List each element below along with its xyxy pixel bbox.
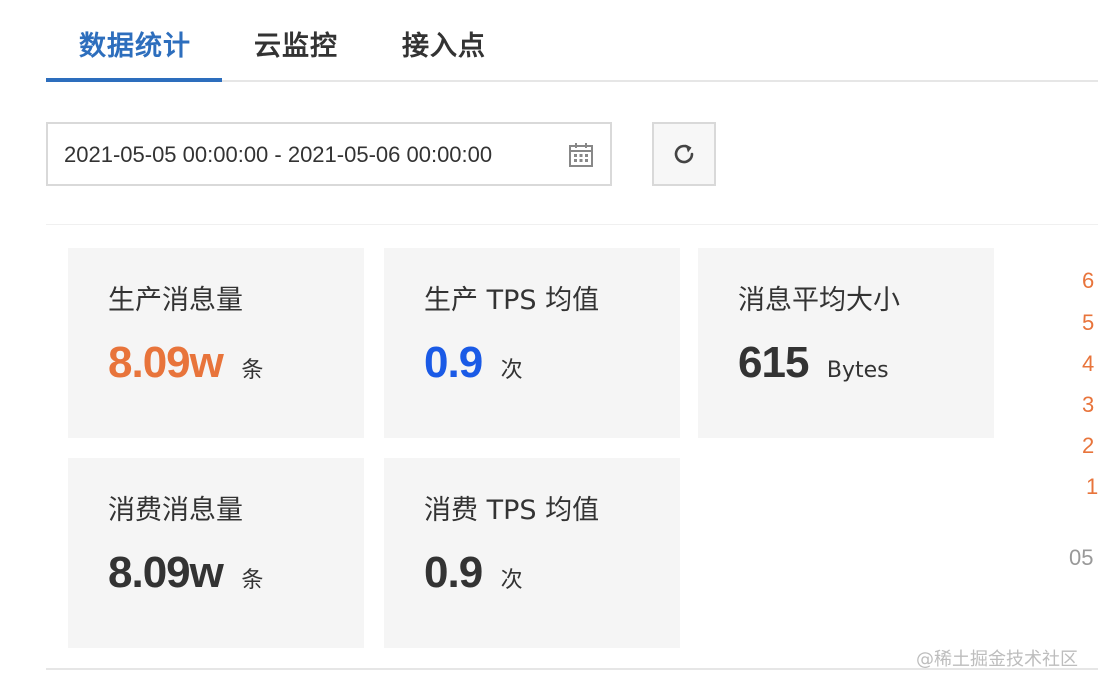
tab-cloud-monitor[interactable]: 云监控 — [254, 24, 338, 68]
stat-value: 615 — [738, 338, 809, 387]
watermark: @稀土掘金技术社区 — [916, 649, 1078, 670]
stat-unit: Bytes — [826, 358, 889, 383]
stat-value: 0.9 — [424, 338, 483, 387]
tab-bar: 数据统计 云监控 接入点 — [46, 0, 1098, 82]
chart-y-tick: 5 — [1082, 310, 1095, 335]
chart-y-tick: 3 — [1082, 392, 1095, 417]
stat-unit: 条 — [241, 568, 264, 593]
stat-value: 8.09w — [108, 548, 224, 597]
stat-card-produce-tps: 生产 TPS 均值 0.9 次 — [384, 248, 680, 438]
active-tab-indicator — [46, 78, 222, 82]
chart-y-tick: 2 — [1082, 433, 1095, 458]
stat-card-produced-messages: 生产消息量 8.09w 条 — [68, 248, 364, 438]
stat-label: 消费 TPS 均值 — [424, 495, 600, 526]
date-range-picker[interactable]: 2021-05-05 00:00:00 - 2021-05-06 00:00:0… — [46, 122, 612, 186]
stat-value: 0.9 — [424, 548, 483, 597]
chart-y-tick: 6 — [1082, 268, 1095, 293]
stat-label: 消息平均大小 — [738, 285, 900, 316]
date-range-value: 2021-05-05 00:00:00 - 2021-05-06 00:00:0… — [64, 142, 493, 167]
tab-data-statistics[interactable]: 数据统计 — [79, 24, 191, 68]
refresh-button[interactable] — [652, 122, 716, 186]
calendar-icon[interactable] — [568, 142, 594, 168]
stat-card-consumed-messages: 消费消息量 8.09w 条 — [68, 458, 364, 648]
stat-label: 消费消息量 — [108, 495, 243, 526]
chart-y-tick: 4 — [1082, 351, 1095, 376]
section-divider — [46, 224, 1098, 225]
stat-unit: 次 — [500, 358, 523, 383]
chart-y-tick: 1 — [1086, 474, 1098, 499]
stat-card-consume-tps: 消费 TPS 均值 0.9 次 — [384, 458, 680, 648]
stat-unit: 条 — [241, 358, 264, 383]
stat-label: 生产消息量 — [108, 285, 243, 316]
stat-label: 生产 TPS 均值 — [424, 285, 600, 316]
stat-unit: 次 — [500, 568, 523, 593]
stat-value: 8.09w — [108, 338, 224, 387]
chart-x-tick: 05 — [1069, 545, 1094, 570]
refresh-icon — [674, 144, 694, 164]
tab-access-point[interactable]: 接入点 — [402, 24, 486, 68]
stat-card-avg-message-size: 消息平均大小 615 Bytes — [698, 248, 994, 438]
